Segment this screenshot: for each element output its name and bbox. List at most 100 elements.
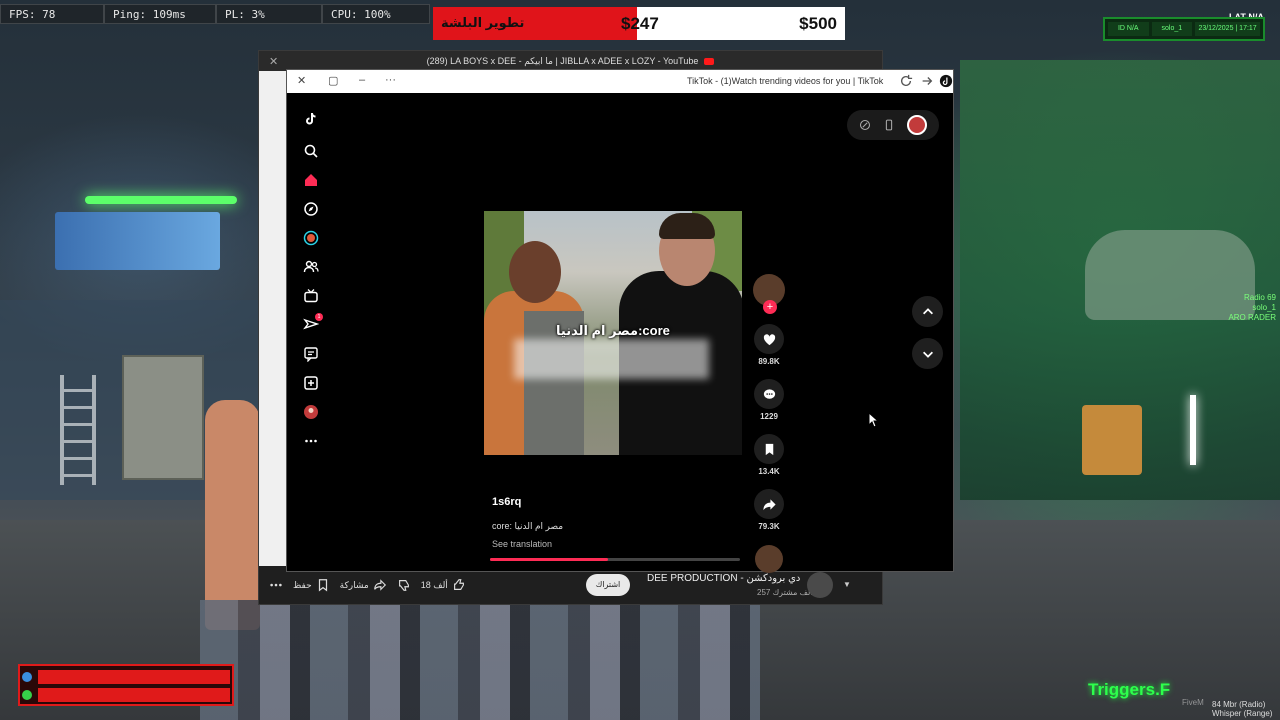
performance-hud: FPS: 78 Ping: 109ms PL: 3% CPU: 100% [0, 4, 430, 24]
profile-icon [304, 404, 318, 419]
music-disc-icon[interactable] [755, 545, 783, 573]
video-person [659, 213, 715, 239]
tiktok-titlebar[interactable]: ✕ ▢ – ··· TikTok - (1)Watch trending vid… [287, 70, 953, 93]
health-row [22, 687, 230, 703]
like-count: 89.8K [758, 357, 780, 366]
subscribe-button[interactable]: اشتراك [586, 574, 630, 596]
voice-status: 84 Mbr (Radio) Whisper (Range) [1212, 700, 1272, 718]
work-lamp [1190, 395, 1196, 465]
armor-row [22, 669, 230, 685]
previous-video-button[interactable] [912, 296, 943, 327]
share-action[interactable]: 79.3K [751, 489, 787, 531]
server-logo-text: Triggers.F [1088, 680, 1171, 699]
thumbs-down-icon [398, 580, 409, 591]
ladder [60, 375, 96, 485]
cpu-readout: CPU: 100% [322, 4, 430, 24]
like-action[interactable]: 89.8K [751, 324, 787, 366]
sidebar-tv[interactable] [297, 281, 325, 310]
youtube-titlebar[interactable]: ✕ (289) LA BOYS x DEE - ما ابيكم | JIBLL… [259, 51, 882, 71]
like-count: 18 ألف [420, 579, 448, 590]
player-info-hud: ID N/A solo_1 23/12/2025 | 17:17 [1103, 17, 1265, 41]
more-icon [305, 439, 317, 442]
upload-icon [304, 375, 318, 390]
forward-arrow-icon[interactable] [920, 74, 934, 88]
more-actions-button[interactable] [269, 578, 283, 592]
creator-avatar[interactable]: + [753, 274, 785, 314]
voice-radio: 84 Mbr (Radio) [1212, 700, 1266, 709]
sidebar-explore[interactable] [297, 194, 325, 223]
next-video-button[interactable] [912, 338, 943, 369]
menu-dots-icon[interactable]: ··· [385, 74, 396, 86]
packet-loss-readout: PL: 3% [216, 4, 322, 24]
video-caption: مصر ام الدنيا:core [556, 323, 670, 338]
youtube-side-panel [259, 71, 287, 568]
save-action[interactable]: 13.4K [751, 434, 787, 476]
player-id: ID N/A [1108, 22, 1149, 36]
comment-action[interactable]: 1229 [751, 379, 787, 421]
sidebar-following[interactable] [297, 252, 325, 281]
tiktok-logo[interactable] [297, 102, 325, 136]
youtube-tab-title: (289) LA BOYS x DEE - ما ابيكم | JIBLLA … [426, 55, 699, 66]
subscriber-count: 257 ألف مشترك [757, 588, 813, 597]
comment-count: 1229 [760, 412, 778, 421]
crowd-legs [200, 600, 760, 720]
phone-icon[interactable] [883, 119, 895, 131]
sidebar-live[interactable] [297, 223, 325, 252]
heart-icon [763, 333, 775, 345]
video-player[interactable]: مصر ام الدنيا:core [484, 211, 742, 455]
goal-target-amount: $500 [799, 14, 837, 33]
like-button[interactable]: 18 ألف [421, 578, 466, 592]
radio-channel: Radio 69 [1243, 293, 1276, 302]
explore-icon [304, 201, 318, 216]
share-button[interactable]: مشاركة [340, 578, 387, 592]
goal-label: تطوير البلشة [441, 15, 525, 30]
tiktok-app-icon[interactable] [939, 74, 953, 88]
following-icon [303, 260, 319, 272]
garage-door [122, 355, 204, 480]
close-icon[interactable]: ✕ [269, 55, 278, 68]
video-progress-bar[interactable] [490, 558, 740, 561]
more-icon [270, 583, 282, 587]
sidebar-search[interactable] [297, 136, 325, 165]
dislike-button[interactable] [397, 578, 411, 592]
see-translation-link[interactable]: See translation [492, 539, 552, 549]
minimize-icon[interactable]: – [359, 74, 365, 86]
maximize-icon[interactable]: ▢ [328, 74, 338, 87]
share-icon [373, 579, 386, 591]
sidebar-inbox[interactable] [297, 339, 325, 368]
blurred-subtitle [514, 339, 709, 379]
video-action-column: + 89.8K 1229 13.4K 79.3K [751, 274, 787, 573]
search-icon [304, 144, 318, 158]
thumbs-up-icon [453, 579, 464, 590]
channel-avatar[interactable] [807, 572, 833, 598]
save-button[interactable]: حفظ [293, 578, 330, 592]
apps-icon[interactable] [859, 119, 871, 131]
tiktok-window[interactable]: ✕ ▢ – ··· TikTok - (1)Watch trending vid… [286, 69, 954, 573]
fivem-watermark: FiveM [1182, 698, 1204, 707]
inbox-icon [304, 346, 318, 362]
save-label: حفظ [293, 579, 312, 590]
goal-current-amount: $247 [621, 14, 659, 33]
share-label: مشاركة [339, 579, 369, 590]
chevron-down-icon [922, 351, 933, 358]
close-icon[interactable]: ✕ [297, 74, 306, 87]
shield-icon [22, 672, 32, 682]
sidebar-profile[interactable] [297, 397, 325, 426]
share-icon [762, 498, 776, 510]
sidebar-upload[interactable] [297, 368, 325, 397]
sidebar-home[interactable] [297, 165, 325, 194]
sidebar-more[interactable] [297, 426, 325, 455]
chevron-up-icon [922, 307, 933, 314]
video-progress-fill [490, 558, 608, 561]
sidebar-messages[interactable]: 1 [297, 310, 325, 339]
tv-icon [304, 288, 318, 302]
follow-plus-icon[interactable]: + [763, 300, 777, 314]
video-username[interactable]: 1s6rq [492, 496, 521, 508]
neon-light-strip [85, 196, 237, 204]
chevron-down-icon[interactable]: ▼ [843, 580, 851, 589]
account-avatar[interactable] [907, 115, 927, 135]
channel-name[interactable]: DEE PRODUCTION - دي برودكشن [647, 573, 800, 584]
refresh-icon[interactable] [899, 74, 913, 88]
tiktok-window-title: TikTok - (1)Watch trending videos for yo… [687, 76, 884, 86]
orange-part [1082, 405, 1142, 475]
